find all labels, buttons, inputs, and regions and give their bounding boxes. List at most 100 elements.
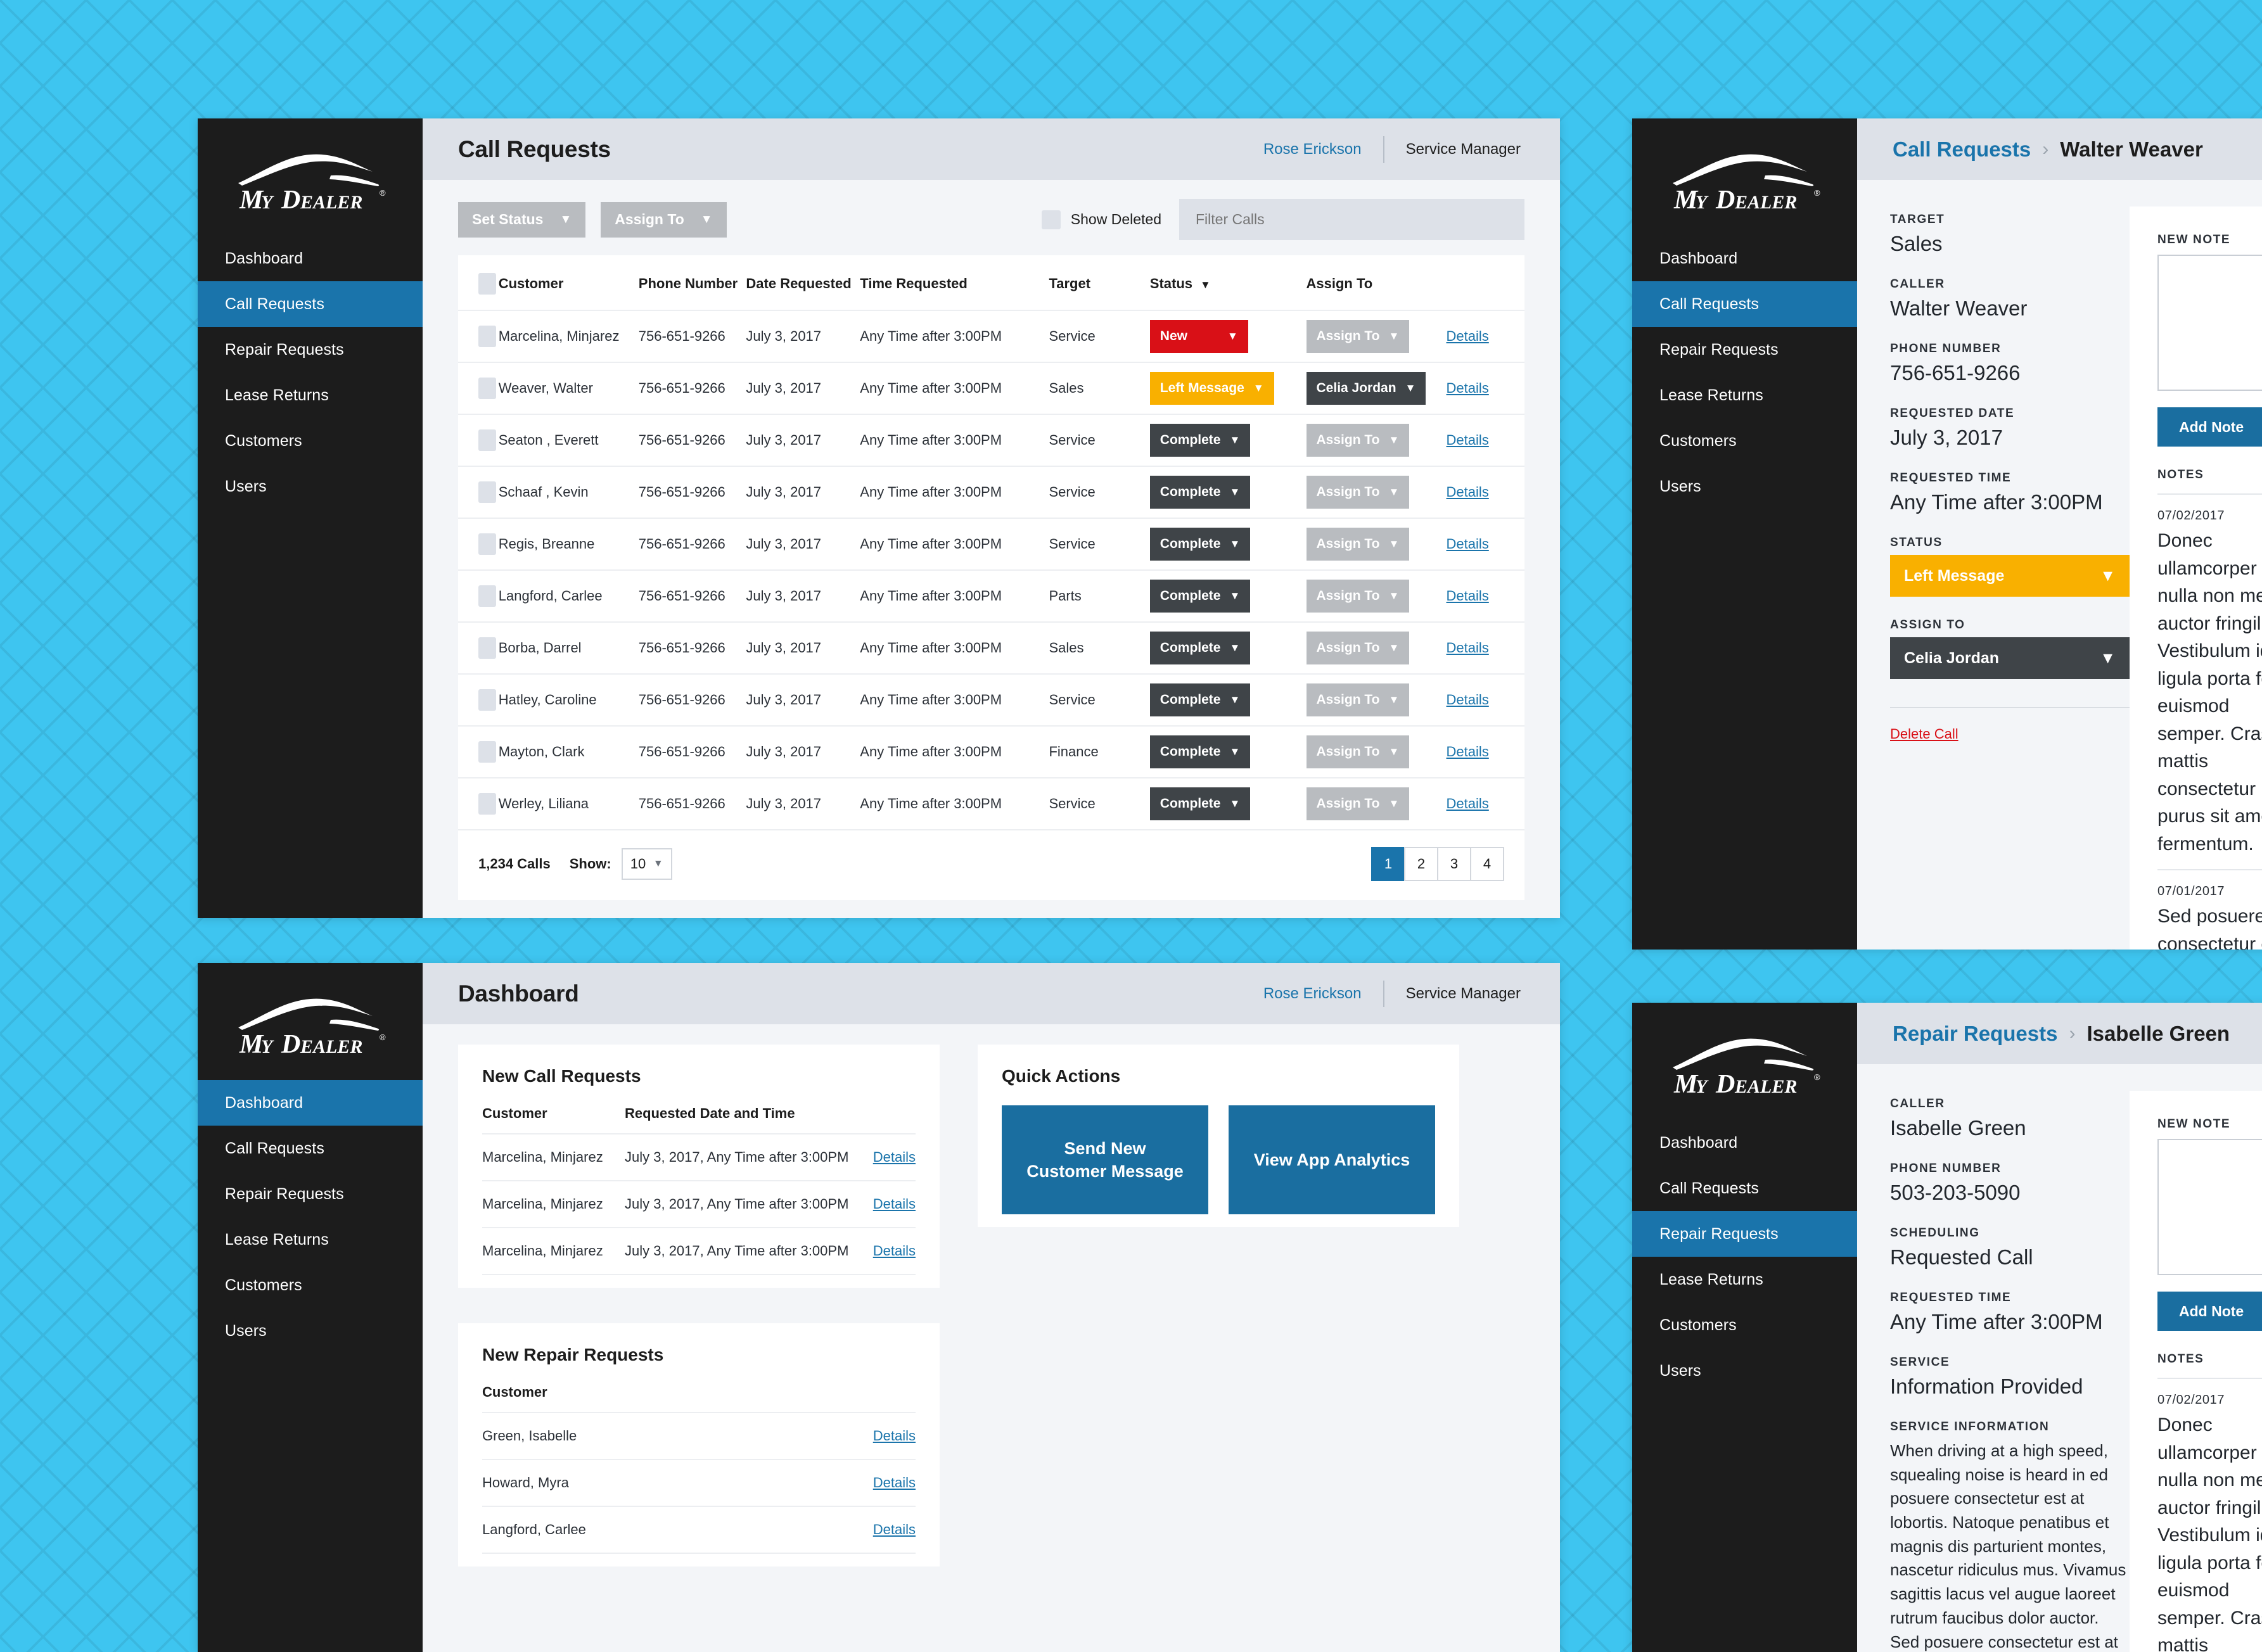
details-link[interactable]: Details [1447,328,1489,344]
add-note-button[interactable]: Add Note [2157,407,2262,447]
pagination-page-2[interactable]: 2 [1404,847,1438,881]
row-checkbox[interactable] [478,741,496,763]
list-item[interactable]: Langford, Carlee Details [482,1506,916,1554]
assign-dropdown[interactable]: Assign To ▼ [1306,632,1410,664]
status-dropdown[interactable]: Complete ▼ [1149,528,1251,561]
sidebar-item-users[interactable]: Users [1632,1348,1857,1394]
sidebar-item-call-requests[interactable]: Call Requests [1632,1166,1857,1211]
table-row[interactable]: Marcelina, Minjarez 756-651-9266 July 3, 2… [458,310,1524,362]
list-item[interactable]: Marcelina, Minjarez July 3, 2017, Any Tim… [482,1133,916,1181]
table-row[interactable]: Langford, Carlee 756-651-9266 July 3, 2017… [458,569,1524,622]
list-item[interactable]: Green, Isabelle Details [482,1412,916,1459]
details-link[interactable]: Details [873,1428,916,1444]
details-link[interactable]: Details [1447,432,1489,448]
sidebar-item-lease-returns[interactable]: Lease Returns [198,1217,423,1262]
sidebar-item-call-requests[interactable]: Call Requests [198,1126,423,1171]
row-checkbox[interactable] [478,533,496,555]
select-all-checkbox[interactable] [478,273,496,295]
details-link[interactable]: Details [873,1149,916,1165]
breadcrumb-parent-link[interactable]: Call Requests [1893,137,2031,162]
sidebar-item-customers[interactable]: Customers [198,418,423,464]
row-checkbox[interactable] [478,585,496,607]
send-new-customer-message-button[interactable]: Send New Customer Message [1002,1105,1208,1214]
list-item[interactable]: Marcelina, Minjarez July 3, 2017, Any Tim… [482,1227,916,1275]
details-link[interactable]: Details [873,1522,916,1537]
status-dropdown[interactable]: New ▼ [1149,320,1248,353]
sidebar-item-users[interactable]: Users [198,1308,423,1354]
column-header-time[interactable]: Time Requested [860,255,1049,310]
assign-dropdown[interactable]: Assign To ▼ [1306,476,1410,509]
view-app-analytics-button[interactable]: View App Analytics [1229,1105,1435,1214]
row-select-cell[interactable] [458,569,499,622]
status-dropdown[interactable]: Complete ▼ [1149,735,1251,768]
sidebar-item-customers[interactable]: Customers [1632,418,1857,464]
select-all-header[interactable] [458,255,499,310]
sidebar-item-dashboard[interactable]: Dashboard [1632,236,1857,281]
sidebar-item-dashboard[interactable]: Dashboard [198,1080,423,1126]
pagination-page-3[interactable]: 3 [1437,847,1471,881]
status-dropdown[interactable]: Complete ▼ [1149,632,1251,664]
assign-select[interactable]: Celia Jordan ▼ [1890,637,2130,679]
new-note-textarea[interactable] [2157,1139,2262,1275]
details-link[interactable]: Details [1447,484,1489,500]
app-logo[interactable]: M Y D EALER ® [198,963,423,1080]
sidebar-item-repair-requests[interactable]: Repair Requests [1632,327,1857,372]
pagination-page-4[interactable]: 4 [1470,847,1504,881]
row-checkbox[interactable] [478,378,496,399]
list-item[interactable]: Howard, Myra Details [482,1459,916,1506]
details-link[interactable]: Details [873,1475,916,1490]
column-header-phone[interactable]: Phone Number [639,255,746,310]
sidebar-item-customers[interactable]: Customers [1632,1302,1857,1348]
column-header-assign-to[interactable]: Assign To [1307,255,1447,310]
status-dropdown[interactable]: Complete ▼ [1149,424,1251,457]
table-row[interactable]: Hatley, Caroline 756-651-9266 July 3, 2017… [458,673,1524,726]
column-header-status[interactable]: Status ▼ [1150,255,1307,310]
sidebar-item-lease-returns[interactable]: Lease Returns [198,372,423,418]
status-dropdown[interactable]: Complete ▼ [1149,683,1251,716]
details-link[interactable]: Details [1447,796,1489,811]
assign-dropdown[interactable]: Celia Jordan ▼ [1306,372,1426,405]
details-link[interactable]: Details [1447,380,1489,396]
status-dropdown[interactable]: Complete ▼ [1149,476,1251,509]
status-dropdown[interactable]: Left Message ▼ [1149,372,1274,405]
sidebar-item-lease-returns[interactable]: Lease Returns [1632,372,1857,418]
row-select-cell[interactable] [458,466,499,518]
row-select-cell[interactable] [458,362,499,414]
column-header-customer[interactable]: Customer [499,255,639,310]
row-select-cell[interactable] [458,621,499,674]
sidebar-item-repair-requests[interactable]: Repair Requests [1632,1211,1857,1257]
sidebar-item-repair-requests[interactable]: Repair Requests [198,1171,423,1217]
sidebar-item-users[interactable]: Users [198,464,423,509]
row-checkbox[interactable] [478,793,496,815]
new-note-textarea[interactable] [2157,255,2262,391]
sidebar-item-lease-returns[interactable]: Lease Returns [1632,1257,1857,1302]
table-row[interactable]: Borba, Darrel 756-651-9266 July 3, 2017 Any… [458,621,1524,674]
user-name-link[interactable]: Rose Erickson [1263,985,1362,1003]
row-checkbox[interactable] [478,326,496,347]
table-row[interactable]: Regis, Breanne 756-651-9266 July 3, 2017 An… [458,518,1524,570]
row-select-cell[interactable] [458,725,499,778]
assign-dropdown[interactable]: Assign To ▼ [1306,580,1410,613]
row-checkbox[interactable] [478,637,496,659]
sidebar-item-users[interactable]: Users [1632,464,1857,509]
list-item[interactable]: Marcelina, Minjarez July 3, 2017, Any Tim… [482,1180,916,1228]
user-name-link[interactable]: Rose Erickson [1263,141,1362,158]
column-header-target[interactable]: Target [1049,255,1149,310]
pagination-page-1[interactable]: 1 [1371,847,1405,881]
assign-dropdown[interactable]: Assign To ▼ [1306,320,1410,353]
app-logo[interactable]: M Y D EALER ® [198,118,423,236]
details-link[interactable]: Details [873,1243,916,1259]
breadcrumb-parent-link[interactable]: Repair Requests [1893,1022,2057,1046]
row-select-cell[interactable] [458,414,499,466]
column-header-date[interactable]: Date Requested [746,255,860,310]
app-logo[interactable]: M Y D EALER ® [1632,118,1857,236]
sidebar-item-call-requests[interactable]: Call Requests [198,281,423,327]
table-row[interactable]: Werley, Liliana 756-651-9266 July 3, 2017 A… [458,777,1524,829]
sidebar-item-call-requests[interactable]: Call Requests [1632,281,1857,327]
details-link[interactable]: Details [1447,536,1489,552]
page-size-select[interactable]: 10 ▼ [621,848,672,880]
sidebar-item-dashboard[interactable]: Dashboard [198,236,423,281]
row-checkbox[interactable] [478,689,496,711]
assign-dropdown[interactable]: Assign To ▼ [1306,424,1410,457]
assign-dropdown[interactable]: Assign To ▼ [1306,683,1410,716]
